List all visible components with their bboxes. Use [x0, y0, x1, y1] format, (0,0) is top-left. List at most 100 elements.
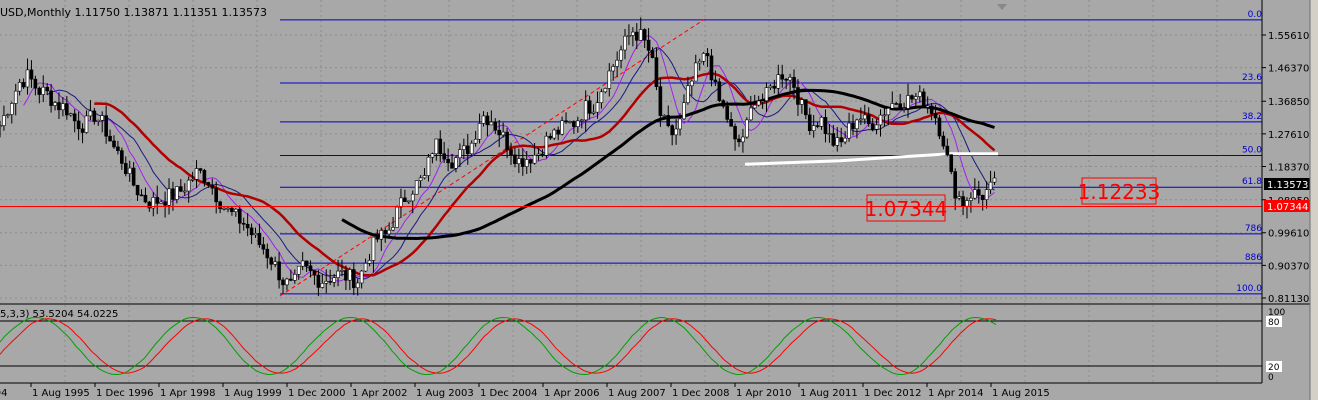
time-label-12: 1 Apr 2010	[736, 388, 791, 399]
candle-body-188	[737, 138, 741, 143]
candle-body-11	[41, 86, 46, 95]
candle-body-90	[351, 269, 356, 289]
fib-label-1: 23.6	[1242, 73, 1262, 83]
candle-body-211	[827, 133, 832, 135]
candle-body-31	[120, 150, 124, 164]
candle-body-195	[764, 87, 769, 102]
candle-body-157	[615, 59, 619, 67]
candle-body-65	[253, 233, 258, 236]
candle-body-250	[980, 195, 985, 200]
candle-body-241	[945, 145, 950, 155]
annotation-2-text: 1.12233	[1078, 180, 1161, 204]
time-label-11: 1 Dec 2008	[672, 388, 730, 399]
candle-body-144	[564, 120, 568, 123]
candle-body-43	[167, 188, 171, 206]
candle-body-194	[760, 100, 765, 103]
stoch-axis-80: 80	[1268, 318, 1280, 328]
candle-body-27	[104, 115, 108, 137]
candle-body-233	[914, 96, 918, 100]
line-price-label: 1.07344	[1267, 202, 1308, 213]
candle-body-163	[638, 29, 643, 41]
candle-body-14	[53, 102, 57, 106]
candle-body-153	[599, 91, 604, 104]
candle-body-221	[866, 114, 871, 124]
candle-body-227	[890, 103, 895, 109]
candle-body-1	[2, 115, 6, 126]
candle-body-76	[296, 265, 301, 275]
candle-body-82	[320, 283, 325, 288]
time-label-3: 1 Apr 1998	[160, 388, 215, 399]
candle-body-205	[804, 99, 808, 116]
fib-label-6: 886	[1245, 253, 1262, 263]
candle-body-174	[682, 102, 686, 120]
time-label-4: 1 Aug 1999	[224, 388, 282, 399]
candle-body-48	[186, 179, 191, 192]
candle-body-125	[489, 121, 494, 126]
fib-label-4: 61.8	[1242, 177, 1262, 187]
candle-body-83	[324, 280, 329, 284]
candle-body-109	[426, 156, 431, 176]
candle-body-99	[387, 229, 391, 235]
candle-body-53	[206, 182, 211, 186]
time-label-8: 1 Dec 2004	[480, 388, 538, 399]
time-label-1: 1 Aug 1995	[32, 388, 90, 399]
candle-body-58	[226, 207, 230, 210]
candle-body-61	[237, 208, 242, 224]
candle-body-34	[131, 167, 136, 186]
candle-body-196	[768, 85, 773, 88]
candle-body-102	[399, 197, 403, 208]
candle-body-210	[823, 117, 828, 134]
candle-body-40	[155, 197, 160, 204]
candle-body-17	[65, 103, 69, 116]
candle-body-247	[969, 197, 973, 201]
candle-body-173	[678, 118, 682, 130]
candle-body-113	[442, 153, 446, 160]
candle-body-200	[784, 78, 788, 81]
fib-label-7: 100.0	[1236, 284, 1262, 294]
candle-body-177	[693, 62, 698, 82]
candle-body-170	[666, 115, 671, 126]
price-tick-label-0: 1.55610	[1268, 31, 1309, 42]
candle-body-30	[116, 146, 120, 151]
candle-body-229	[898, 103, 902, 110]
candle-body-57	[222, 207, 226, 210]
candle-body-68	[265, 248, 270, 259]
candle-body-184	[721, 100, 726, 107]
candle-body-23	[88, 110, 93, 117]
chart-canvas: 0.0 23.6 38.2 50.0 61.8 786 886 100.0 1.07344 1…	[0, 0, 1318, 400]
candle-body-87	[340, 270, 344, 272]
candle-body-182	[713, 79, 718, 83]
candle-body-2	[6, 114, 10, 116]
price-tick-label-4: 1.18370	[1268, 163, 1309, 174]
candle-body-175	[686, 85, 690, 104]
candle-body-127	[497, 129, 502, 136]
candle-body-41	[159, 201, 163, 204]
candle-body-29	[112, 140, 116, 148]
price-tick-label-7: 0.90370	[1268, 261, 1309, 272]
candle-body-161	[631, 31, 635, 36]
symbol-header: USD,Monthly 1.11750 1.13871 1.11351 1.13…	[0, 6, 267, 19]
candle-body-178	[697, 60, 702, 64]
price-tick-label-3: 1.27610	[1268, 130, 1309, 141]
candle-body-67	[261, 244, 266, 250]
candle-body-28	[108, 135, 112, 142]
candle-body-162	[634, 31, 639, 41]
candle-body-108	[422, 175, 427, 179]
candle-body-75	[293, 273, 297, 281]
candle-body-13	[49, 90, 53, 106]
candle-body-203	[796, 87, 800, 105]
candle-body-137	[536, 153, 541, 156]
price-axis: 1.556101.463701.368501.276101.183701.089…	[1262, 31, 1309, 305]
candle-body-230	[902, 108, 906, 110]
price-annotation-107344: 1.07344	[865, 194, 947, 222]
candle-body-141	[552, 129, 557, 139]
candle-body-223	[874, 124, 879, 130]
candle-body-46	[179, 186, 183, 192]
candle-body-238	[933, 113, 938, 119]
candle-body-64	[249, 227, 254, 236]
candle-body-100	[391, 227, 395, 231]
candle-body-121	[473, 138, 478, 144]
candle-body-220	[862, 114, 867, 120]
candle-body-116	[454, 157, 458, 169]
candle-body-45	[175, 186, 179, 200]
